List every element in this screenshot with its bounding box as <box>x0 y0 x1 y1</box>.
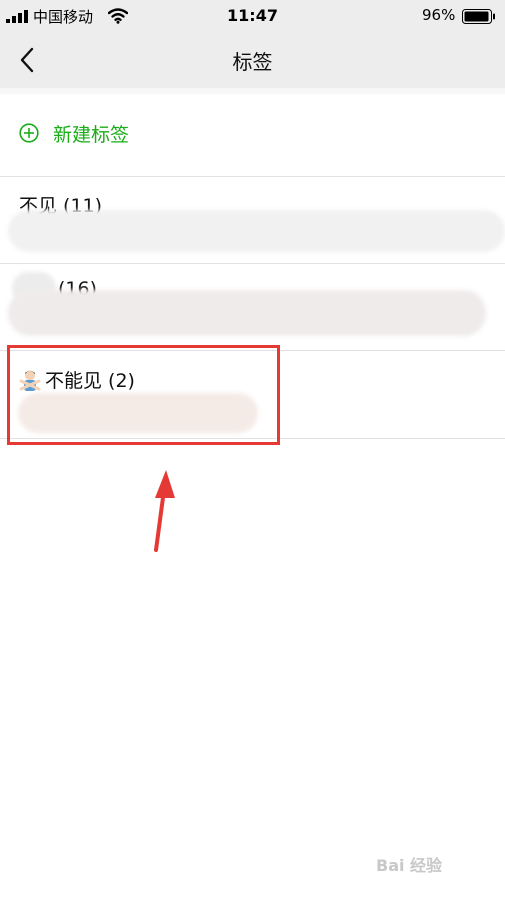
person-crossed-arms-emoji-icon <box>19 370 41 391</box>
tag-name: 不能见 (2) <box>45 370 135 392</box>
navigation-bar: 标签 <box>0 32 505 88</box>
annotation-arrow-icon <box>154 470 175 552</box>
watermark: Bai 经验 <box>376 856 443 875</box>
blurred-members <box>8 290 486 336</box>
blurred-members <box>8 210 505 252</box>
battery-percent: 96% <box>422 6 456 24</box>
tag-name-row: 不能见 (2) <box>19 366 135 393</box>
tag-list-item[interactable]: (16) <box>0 264 505 350</box>
new-tag-button[interactable]: 新建标签 <box>0 94 505 176</box>
battery-icon <box>462 9 495 24</box>
tag-list-item[interactable]: 不见 (11) <box>0 177 505 263</box>
status-bar: 中国移动 11:47 96% <box>0 0 505 32</box>
page-title: 标签 <box>232 50 273 74</box>
divider <box>0 438 505 439</box>
plus-circle-icon <box>19 123 39 143</box>
blurred-members <box>18 393 258 433</box>
new-tag-label: 新建标签 <box>53 124 130 146</box>
tag-list-item[interactable]: 不能见 (2) <box>0 351 505 438</box>
